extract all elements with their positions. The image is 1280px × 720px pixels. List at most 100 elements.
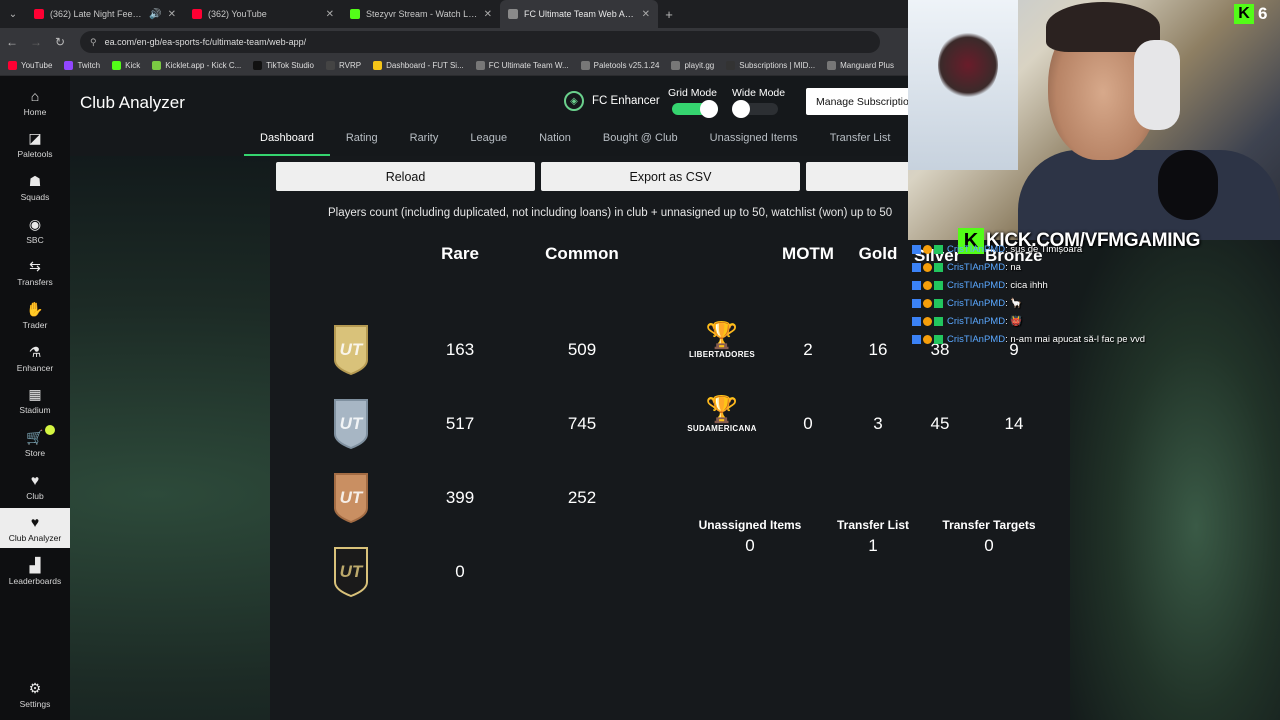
bookmark-item[interactable]: Dashboard - FUT Si... — [373, 61, 464, 70]
sidebar-item-store[interactable]: 🛒 Store — [0, 423, 70, 463]
bookmark-item[interactable]: Subscriptions | MID... — [726, 61, 815, 70]
bookmark-item[interactable]: playit.gg — [671, 61, 714, 70]
bookmark-label: Kick — [125, 61, 141, 70]
bookmark-item[interactable]: RVRP — [326, 61, 361, 70]
toggle-knob — [700, 100, 718, 118]
badge-icon — [912, 298, 921, 308]
sidebar-item-leaderboards[interactable]: ▟ Leaderboards — [0, 551, 70, 591]
close-tab-icon[interactable]: ✕ — [168, 9, 176, 20]
common-count: 252 — [567, 488, 597, 507]
badge-icon — [923, 280, 932, 290]
tab-title: (362) YouTube — [208, 9, 267, 19]
sidebar-item-club-analyzer[interactable]: ♥ Club Analyzer — [0, 508, 70, 548]
paletools-icon: ◪ — [28, 130, 42, 146]
microphone-icon — [1158, 150, 1218, 220]
chat-text: : cica ihhh — [1005, 279, 1048, 291]
bookmark-favicon-icon — [373, 61, 383, 70]
common-column-header: Common — [545, 244, 619, 263]
tab-league[interactable]: League — [454, 128, 523, 156]
players-count-note: Players count (including duplicated, not… — [328, 207, 893, 219]
forward-icon[interactable]: → — [24, 35, 48, 49]
rare-count: 163 — [445, 340, 475, 359]
tab-bought-club[interactable]: Bought @ Club — [587, 128, 694, 156]
tab-rating[interactable]: Rating — [330, 128, 394, 156]
stadium-icon: ▦ — [28, 386, 42, 402]
bookmark-item[interactable]: TikTok Studio — [253, 61, 314, 70]
sidebar-item-trader[interactable]: ✋ Trader — [0, 295, 70, 335]
sidebar-item-sbc[interactable]: ◉ SBC — [0, 210, 70, 250]
bookmark-label: TikTok Studio — [266, 61, 314, 70]
site-info-icon[interactable]: ⚲ — [90, 37, 97, 48]
club-analyzer-icon: ♥ — [30, 514, 40, 530]
sidebar-item-settings[interactable]: ⚙ Settings — [0, 674, 70, 714]
sidebar: ⌂ Home ◪ Paletools ☗ Squads ◉ SBC ⇆ Transfers ✋ Tra… — [0, 76, 70, 720]
sidebar-item-enhancer[interactable]: ⚗ Enhancer — [0, 338, 70, 378]
sidebar-item-label: Club Analyzer — [8, 533, 62, 543]
close-tab-icon[interactable]: ✕ — [484, 9, 492, 20]
close-tab-icon[interactable]: ✕ — [326, 9, 334, 20]
manage-subscriptions-button[interactable]: Manage Subscriptions — [806, 88, 916, 115]
bookmark-item[interactable]: Kick — [112, 61, 140, 70]
bookmark-label: YouTube — [21, 61, 53, 70]
browser-tab[interactable]: (362) Late Night Feels Playlist 🔊 ✕ — [26, 0, 184, 28]
tab-rarity[interactable]: Rarity — [394, 128, 455, 156]
sidebar-item-home[interactable]: ⌂ Home — [0, 82, 70, 122]
speaker-icon[interactable]: 🔊 — [149, 9, 161, 20]
reload-button[interactable]: Reload — [276, 162, 535, 191]
sidebar-item-club[interactable]: ♥ Club — [0, 466, 70, 506]
url-field[interactable]: ⚲ ea.com/en-gb/ea-sports-fc/ultimate-tea… — [80, 31, 880, 53]
tab-dashboard[interactable]: Dashboard — [244, 128, 330, 156]
sidebar-item-stadium[interactable]: ▦ Stadium — [0, 380, 70, 420]
sidebar-item-transfers[interactable]: ⇆ Transfers — [0, 252, 70, 292]
competition-name: SUDAMERICANA — [687, 424, 757, 433]
badge-icon — [923, 316, 932, 326]
chat-message: CrisTIAnPMD: na — [912, 258, 1272, 276]
new-tab-button[interactable]: + — [658, 7, 680, 22]
bookmark-label: Subscriptions | MID... — [739, 61, 816, 70]
browser-tab[interactable]: (362) YouTube ✕ — [184, 0, 342, 28]
tab-unassigned-items[interactable]: Unassigned Items — [694, 128, 814, 156]
bookmark-item[interactable]: Manguard Plus — [827, 61, 894, 70]
svg-text:UT: UT — [340, 414, 364, 433]
tab-favicon-icon — [34, 9, 44, 19]
bookmark-item[interactable]: YouTube — [8, 61, 52, 70]
close-tab-icon[interactable]: ✕ — [642, 9, 650, 20]
grid-mode-toggle[interactable] — [672, 100, 718, 118]
bookmark-item[interactable]: Paletools v25.1.24 — [580, 61, 659, 70]
stat-value: 1 — [868, 536, 878, 555]
special-ut-badge-icon: UT — [332, 546, 370, 598]
fc-enhancer-brand: ◈ FC Enhancer — [564, 91, 660, 111]
app-header: Club Analyzer ◈ FC Enhancer Grid Mode Wi… — [70, 76, 916, 156]
sidebar-item-squads[interactable]: ☗ Squads — [0, 167, 70, 207]
svg-text:UT: UT — [340, 340, 364, 359]
browser-tab[interactable]: Stezyvr Stream - Watch Live on Kick ✕ — [342, 0, 500, 28]
chat-message: CrisTIAnPMD: 👹 — [912, 312, 1272, 330]
sidebar-item-paletools[interactable]: ◪ Paletools — [0, 124, 70, 164]
streamer-shirt — [1018, 150, 1280, 240]
trophy-icon: 🏆 — [705, 320, 739, 350]
chat-message: CrisTIAnPMD: cica ihhh — [912, 276, 1272, 294]
browser-tab[interactable]: FC Ultimate Team Web App - EA SPORTS ✕ — [500, 0, 658, 28]
badge-icon — [934, 262, 943, 272]
bookmark-favicon-icon — [326, 61, 335, 70]
bookmark-label: Manguard Plus — [840, 61, 894, 70]
sidebar-item-label: Store — [24, 448, 46, 458]
chat-message: CrisTIAnPMD: sus de Timișoara — [912, 240, 1272, 258]
chat-text: : 👹 — [1005, 315, 1023, 327]
notification-dot — [45, 425, 55, 435]
rare-column-header: Rare — [441, 244, 479, 263]
bookmark-item[interactable]: Twitch — [64, 61, 100, 70]
export-csv-button[interactable]: Export as CSV — [541, 162, 800, 191]
bookmark-item[interactable]: FC Ultimate Team W... — [475, 61, 569, 70]
wide-mode-toggle[interactable] — [732, 100, 778, 118]
chat-text: : na — [1005, 261, 1021, 273]
tab-search-icon[interactable]: ⌄ — [0, 0, 26, 28]
badge-icon — [923, 334, 932, 344]
tab-favicon-icon — [192, 9, 202, 19]
wide-mode-label: Wide Mode — [732, 87, 786, 99]
bookmark-item[interactable]: Kicklet.app - Kick C... — [152, 61, 241, 70]
tab-nation[interactable]: Nation — [523, 128, 587, 156]
back-icon[interactable]: ← — [0, 35, 24, 49]
tab-transfer-list[interactable]: Transfer List — [814, 128, 907, 156]
reload-icon[interactable]: ↻ — [48, 35, 72, 49]
